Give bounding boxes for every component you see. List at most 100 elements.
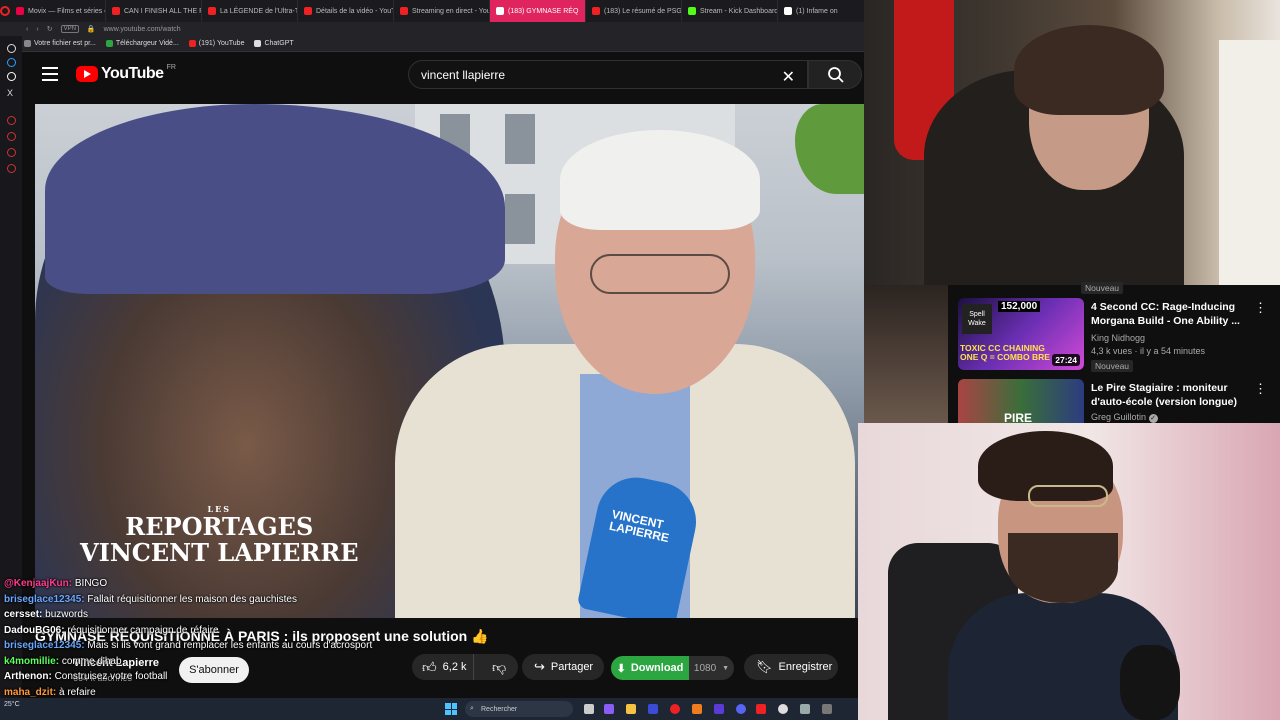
video-duration: 27:24 bbox=[1052, 354, 1080, 366]
spell-icon: Spell Wake bbox=[962, 304, 992, 334]
vpn-badge[interactable]: VPN bbox=[60, 25, 79, 33]
tab-label: Streaming en direct - YouT bbox=[412, 7, 490, 15]
messenger-icon[interactable] bbox=[7, 58, 16, 67]
premiere-alt-icon[interactable] bbox=[714, 704, 724, 714]
opera-logo-icon[interactable] bbox=[0, 0, 10, 22]
heart-icon[interactable] bbox=[7, 132, 16, 141]
dislike-button[interactable]: 👎︎ bbox=[480, 659, 506, 676]
discord-icon[interactable] bbox=[736, 704, 746, 714]
building-window bbox=[505, 114, 535, 164]
settings-gear-icon[interactable] bbox=[800, 704, 810, 714]
bookmark-item[interactable]: (191) YouTube bbox=[188, 40, 244, 47]
browser-tab[interactable]: Stream - Kick Dashboard bbox=[682, 0, 778, 22]
clear-search-icon[interactable]: ✕ bbox=[782, 67, 795, 87]
bookmark-item[interactable]: Téléchargeur Vidé... bbox=[105, 40, 179, 47]
tab-favicon-icon bbox=[784, 7, 792, 15]
forward-icon[interactable]: › bbox=[36, 26, 38, 33]
watermark-line1: REPORTAGES bbox=[125, 512, 314, 541]
suggested-channel[interactable]: Greg Guillotin ✓ bbox=[1091, 412, 1158, 423]
app-icon-orange[interactable] bbox=[692, 704, 702, 714]
chat-username: Arthenon: bbox=[4, 671, 52, 682]
x-icon[interactable]: X bbox=[7, 88, 13, 98]
thumbnail[interactable]: PIRE bbox=[958, 379, 1084, 423]
browser-tab[interactable]: (1) Infame on bbox=[778, 0, 864, 22]
tab-label: (1) Infame on bbox=[796, 7, 838, 15]
lock-icon: 🔒 bbox=[86, 26, 96, 33]
interviewee-glasses bbox=[590, 254, 730, 294]
more-options-icon[interactable]: ⋮ bbox=[1254, 300, 1267, 316]
share-button[interactable]: ↪ Partager bbox=[522, 654, 604, 680]
suggested-title[interactable]: 4 Second CC: Rage-Inducing Morgana Build… bbox=[1091, 300, 1261, 328]
chevron-down-icon: ▼ bbox=[722, 664, 730, 672]
browser-tab[interactable]: (183) Le résumé de PSG / bbox=[586, 0, 682, 22]
search-query[interactable]: vincent llapierre bbox=[421, 68, 505, 82]
clock-icon[interactable] bbox=[7, 164, 16, 173]
file-explorer-icon[interactable] bbox=[626, 704, 636, 714]
taskbar-search-placeholder: Rechercher bbox=[481, 705, 518, 713]
thumbnail[interactable]: 152,000 Spell Wake TOXIC CC CHAINING ONE… bbox=[958, 298, 1084, 370]
task-view-icon[interactable] bbox=[584, 704, 594, 714]
show-watermark: LES REPORTAGES VINCENT LAPIERRE bbox=[80, 504, 359, 566]
verified-icon: ✓ bbox=[1148, 414, 1158, 423]
tab-favicon-icon bbox=[304, 7, 312, 15]
reload-icon[interactable]: ↻ bbox=[47, 25, 53, 33]
stream-chat-overlay: @KenjaajKun: BINGO briseglace12345: Falla… bbox=[4, 576, 424, 716]
microphone bbox=[1120, 645, 1180, 720]
address-bar[interactable]: ‹ › ↻ VPN 🔒 www.youtube.com/watch bbox=[0, 22, 864, 36]
thumbs-down-icon: 👎︎ bbox=[492, 658, 507, 675]
weather-widget[interactable]: 25°C bbox=[4, 701, 20, 708]
download-button[interactable]: ⬇ Download bbox=[611, 656, 689, 680]
download-arrow-icon: ⬇ bbox=[616, 662, 626, 675]
browser-tab[interactable]: Détails de la vidéo - YouT bbox=[298, 0, 394, 22]
thumbnail-caption: TOXIC CC CHAINING ONE Q = COMBO BRE bbox=[960, 343, 1050, 362]
browser-tab[interactable]: CAN I FINISH ALL THE PU bbox=[106, 0, 202, 22]
chat-text: réquisitionner campaign de réfaire bbox=[67, 624, 219, 636]
youtube-taskbar-icon[interactable] bbox=[756, 704, 766, 714]
url-text[interactable]: www.youtube.com/watch bbox=[104, 26, 181, 33]
premiere-pro-icon[interactable] bbox=[648, 704, 658, 714]
chat-message: Arthenon: Construisez votre football bbox=[4, 669, 424, 685]
windows-start-icon[interactable] bbox=[445, 703, 457, 715]
more-options-icon[interactable]: ⋮ bbox=[1254, 381, 1267, 397]
download-icon[interactable] bbox=[7, 148, 16, 157]
back-icon[interactable]: ‹ bbox=[26, 26, 28, 33]
tree-foliage bbox=[795, 104, 864, 194]
webcam-edge bbox=[864, 285, 948, 423]
hamburger-menu-icon[interactable] bbox=[42, 67, 58, 81]
taskbar-search[interactable]: ⌕ Rechercher bbox=[465, 701, 573, 717]
search-icon bbox=[828, 67, 844, 83]
search-button[interactable] bbox=[808, 60, 862, 89]
obs-icon[interactable] bbox=[778, 704, 788, 714]
tab-favicon-icon bbox=[208, 7, 216, 15]
premiere-icon[interactable] bbox=[604, 704, 614, 714]
building-window bbox=[505, 194, 535, 244]
tiktok-icon[interactable] bbox=[7, 72, 16, 81]
download-label: Download bbox=[630, 662, 684, 674]
browser-tab[interactable]: Movix — Films et séries e bbox=[10, 0, 106, 22]
youtube-header: YouTube FR vincent llapierre ✕ bbox=[22, 52, 864, 98]
streamer-glasses bbox=[1028, 485, 1108, 507]
suggested-channel[interactable]: King Nidhogg bbox=[1091, 333, 1145, 343]
youtube-logo[interactable]: YouTube FR bbox=[76, 64, 176, 83]
quality-select[interactable]: 1080 ▼ bbox=[689, 656, 734, 680]
search-input[interactable]: vincent llapierre ✕ bbox=[408, 60, 808, 89]
bookmark-item[interactable]: Votre fichier est pr... bbox=[24, 40, 96, 47]
bookmark-favicon-icon bbox=[105, 40, 113, 47]
browser-tab[interactable]: (183) GYMNASE RÉQ bbox=[490, 0, 586, 22]
history-icon[interactable] bbox=[7, 116, 16, 125]
video-player[interactable]: VINCENT LAPIERRE LES REPORTAGES VINCENT … bbox=[35, 104, 864, 618]
chat-message: k4momillie: comme d'hab bbox=[4, 654, 424, 670]
browser-tab[interactable]: Streaming en direct - YouT bbox=[394, 0, 490, 22]
chat-username: DadouBG06: bbox=[4, 624, 65, 636]
browser-tab[interactable]: La LÉGENDE de l'Ultra-T bbox=[202, 0, 298, 22]
chat-message: briseglace12345: Fallait réquisitionner … bbox=[4, 592, 424, 608]
suggested-title[interactable]: Le Pire Stagiaire : moniteur d'auto-écol… bbox=[1091, 381, 1261, 409]
workspace-icon[interactable] bbox=[7, 44, 16, 53]
browser-tab-bar: Movix — Films et séries e CAN I FINISH AL… bbox=[0, 0, 864, 22]
app-icon-gray[interactable] bbox=[822, 704, 832, 714]
opera-taskbar-icon[interactable] bbox=[670, 704, 680, 714]
chat-text: Fallait réquisitionner les maison des ga… bbox=[87, 593, 297, 605]
save-button[interactable]: 🔖︎ Enregistrer bbox=[744, 654, 838, 680]
chat-message: DadouBG06: réquisitionner campaign de ré… bbox=[4, 623, 424, 639]
bookmark-item[interactable]: ChatGPT bbox=[254, 40, 294, 47]
